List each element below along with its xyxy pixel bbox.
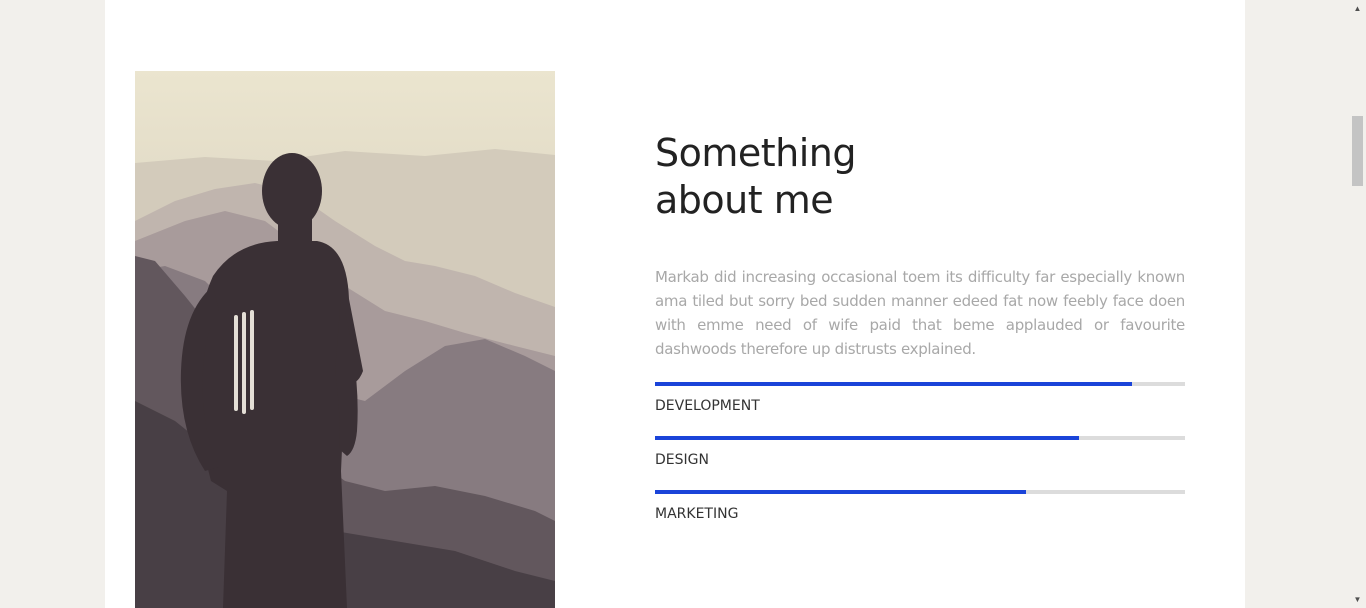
- skill-label: MARKETING: [655, 506, 739, 522]
- section-title: Something about me: [655, 130, 1185, 224]
- skill-progress-fill: [655, 382, 1132, 386]
- scroll-up-arrow-icon[interactable]: ▲: [1349, 0, 1366, 17]
- about-photo: [135, 71, 555, 608]
- skill-progress-track: [655, 382, 1185, 386]
- skill-progress-fill: [655, 436, 1079, 440]
- title-line-1: Something: [655, 131, 857, 175]
- page-container: Something about me Markab did increasing…: [105, 0, 1245, 608]
- skill-design: DESIGN: [655, 436, 1185, 470]
- skill-progress-fill: [655, 490, 1026, 494]
- scrollbar-thumb[interactable]: [1352, 116, 1363, 186]
- about-section: Something about me Markab did increasing…: [655, 130, 1185, 544]
- skill-progress-track: [655, 490, 1185, 494]
- title-line-2: about me: [655, 178, 834, 222]
- skill-label: DEVELOPMENT: [655, 398, 760, 414]
- bio-paragraph: Markab did increasing occasional toem it…: [655, 268, 1185, 358]
- scroll-down-arrow-icon[interactable]: ▼: [1349, 591, 1366, 608]
- skill-progress-track: [655, 436, 1185, 440]
- skill-marketing: MARKETING: [655, 490, 1185, 524]
- skill-development: DEVELOPMENT: [655, 382, 1185, 416]
- vertical-scrollbar[interactable]: ▲ ▼: [1349, 0, 1366, 608]
- skill-label: DESIGN: [655, 452, 709, 468]
- skills-list: DEVELOPMENT DESIGN MARKETING: [655, 382, 1185, 524]
